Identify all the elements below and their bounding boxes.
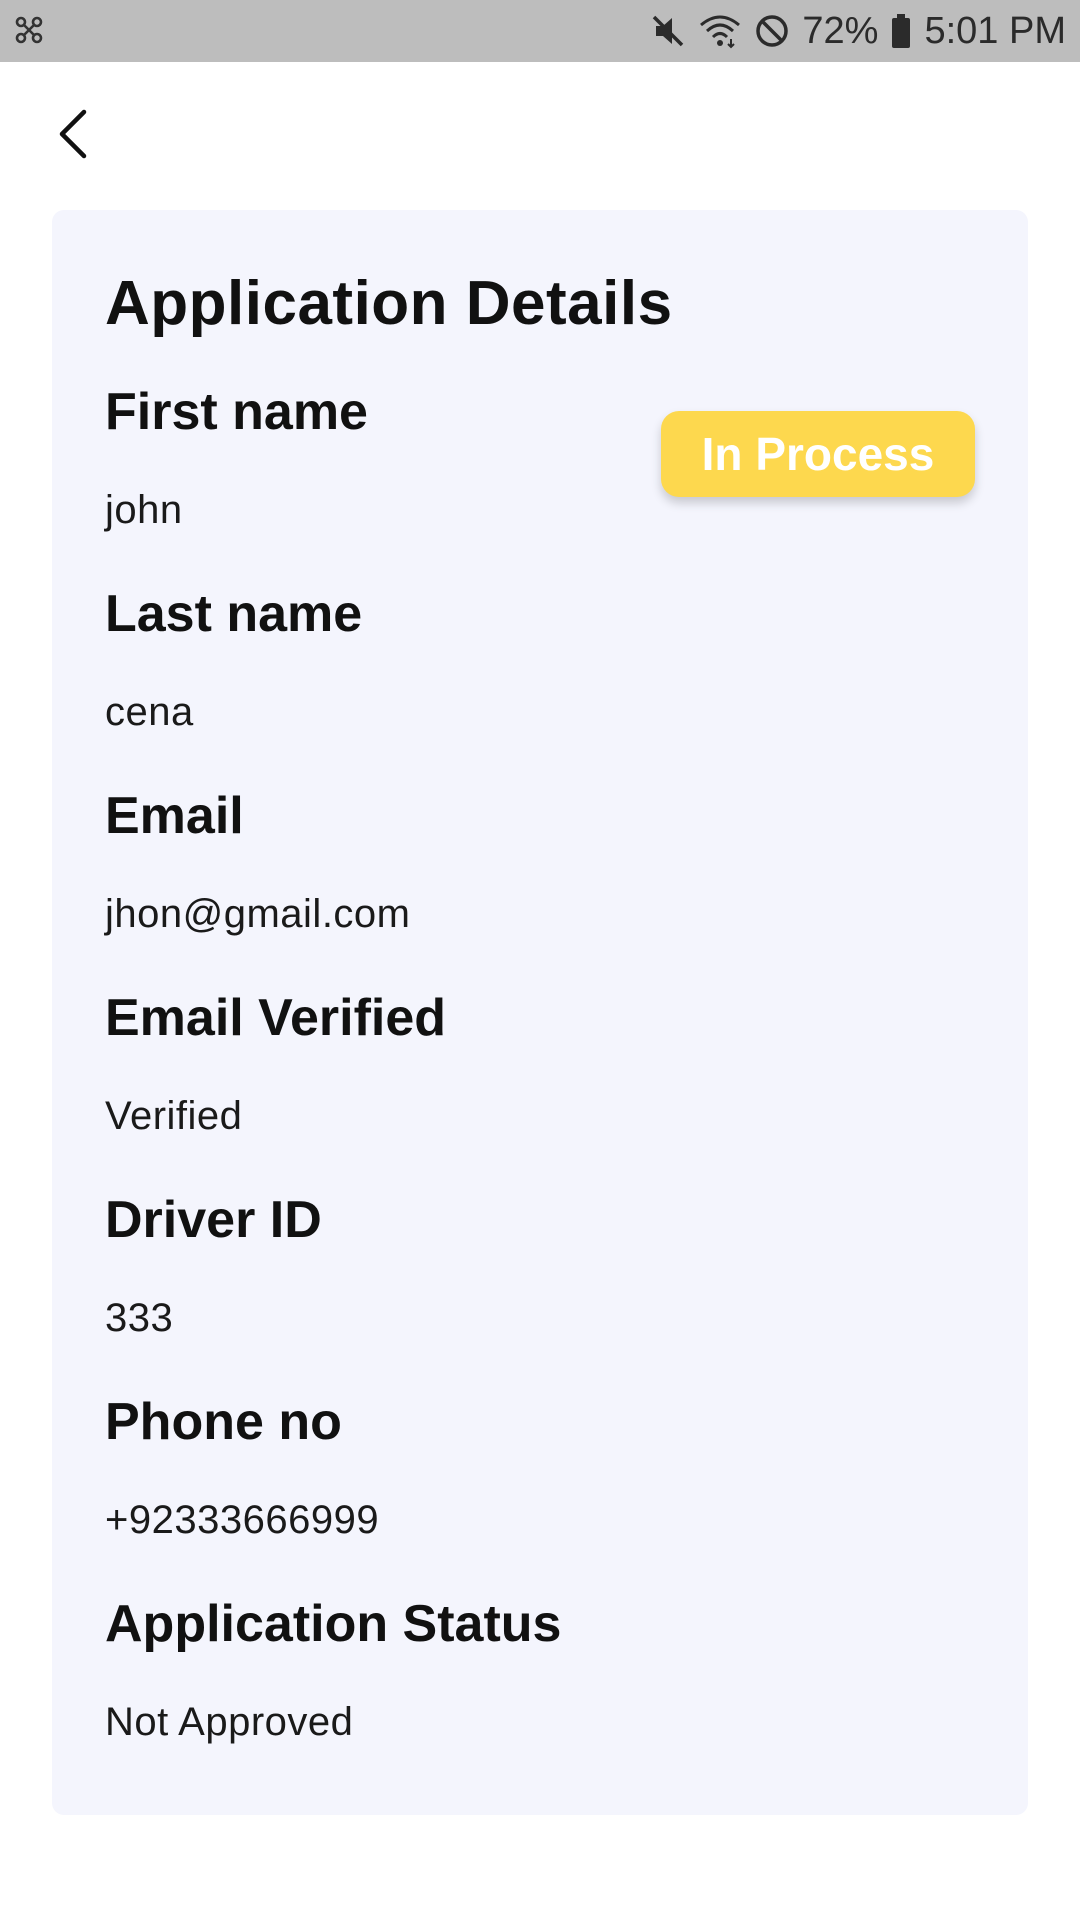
status-bar: 72% 5:01 PM xyxy=(0,0,1080,62)
field-value: john xyxy=(105,488,183,532)
clock: 5:01 PM xyxy=(924,9,1066,52)
field-label: Phone no xyxy=(105,1393,342,1451)
back-button[interactable] xyxy=(44,104,104,164)
field-email-verified: Email Verified Verified xyxy=(105,988,446,1140)
field-label: Driver ID xyxy=(105,1191,322,1249)
field-application-status: Application Status Not Approved xyxy=(105,1594,561,1746)
field-value: cena xyxy=(105,690,194,734)
wifi-icon xyxy=(700,15,741,49)
page-title: Application Details xyxy=(105,269,673,338)
chevron-left-icon xyxy=(59,109,87,159)
status-chip[interactable]: In Process xyxy=(661,411,975,497)
app-notification-icon xyxy=(15,16,43,44)
field-label: First name xyxy=(105,383,368,441)
battery-percent: 72% xyxy=(802,9,879,52)
mute-icon xyxy=(653,15,684,47)
field-label: Last name xyxy=(105,585,363,643)
field-value: Not Approved xyxy=(105,1700,354,1744)
battery-icon xyxy=(892,14,911,48)
application-details-card: Application Details In Process First nam… xyxy=(52,210,1028,1815)
field-phone-no: Phone no +92333666999 xyxy=(105,1392,379,1544)
field-last-name: Last name cena xyxy=(105,584,362,736)
field-email: Email jhon@gmail.com xyxy=(105,786,411,938)
field-value: Verified xyxy=(105,1094,243,1138)
field-driver-id: Driver ID 333 xyxy=(105,1190,322,1342)
status-icons: 72% 5:01 PM xyxy=(650,0,1066,62)
field-value: jhon@gmail.com xyxy=(105,892,411,936)
do-not-disturb-icon xyxy=(756,15,789,47)
field-label: Email xyxy=(105,787,244,845)
field-value: +92333666999 xyxy=(105,1498,380,1542)
field-label: Email Verified xyxy=(105,989,447,1047)
field-label: Application Status xyxy=(105,1595,562,1653)
field-first-name: First name john xyxy=(105,382,368,534)
field-value: 333 xyxy=(105,1296,174,1340)
